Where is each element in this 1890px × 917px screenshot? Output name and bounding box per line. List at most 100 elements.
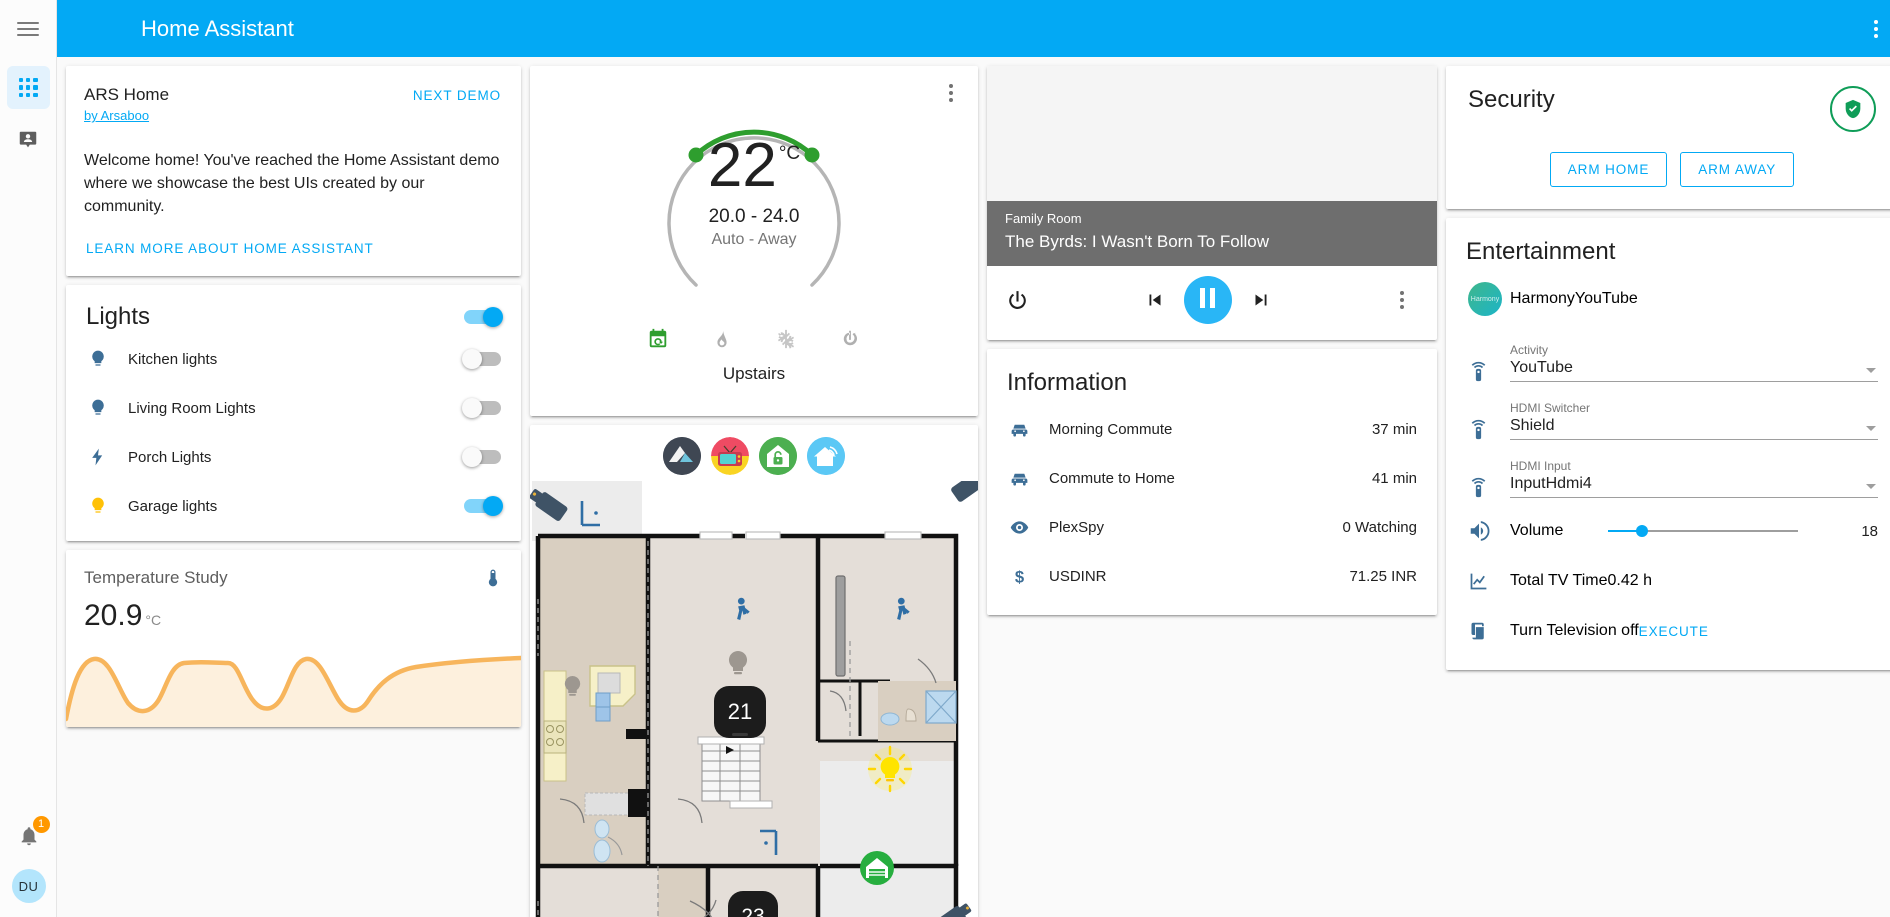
security-card: Security ARM HOME ARM AWAY bbox=[1446, 66, 1890, 209]
snowflake-icon[interactable] bbox=[773, 326, 799, 352]
hdmi-input-label: HDMI Input bbox=[1510, 459, 1571, 473]
light-toggle-porch[interactable] bbox=[462, 447, 501, 468]
main-area: Home Assistant ARS Home by Arsaboo NEXT … bbox=[57, 0, 1890, 917]
overflow-menu-button[interactable] bbox=[1859, 12, 1890, 46]
tv-badge[interactable] bbox=[711, 437, 749, 475]
volume-value: 18 bbox=[1861, 522, 1878, 540]
lights-master-toggle[interactable] bbox=[464, 306, 503, 327]
power-icon[interactable] bbox=[1005, 288, 1030, 313]
light-toggle-garage[interactable] bbox=[464, 496, 503, 517]
remote-icon bbox=[1468, 419, 1510, 440]
calendar-sync-icon[interactable] bbox=[645, 326, 671, 352]
fire-icon[interactable] bbox=[709, 326, 735, 352]
light-row-living-room[interactable]: Living Room Lights bbox=[66, 384, 521, 433]
thermostat-dial[interactable]: 22 °C 20.0 - 24.0 Auto - Away bbox=[530, 66, 978, 320]
info-name: Commute to Home bbox=[1049, 470, 1175, 487]
sidebar: 1 DU bbox=[0, 0, 57, 917]
entertainment-row-hdmi-input[interactable]: HDMI Input InputHdmi4 bbox=[1446, 440, 1890, 498]
sidebar-footer: 1 DU bbox=[0, 816, 57, 903]
welcome-card: ARS Home by Arsaboo NEXT DEMO Welcome ho… bbox=[66, 66, 521, 276]
home-assistant-app: 1 DU Home Assistant ARS Home by Arsaboo bbox=[0, 0, 1890, 917]
floorplan-badges bbox=[530, 425, 978, 481]
light-row-garage[interactable]: Garage lights bbox=[66, 482, 521, 531]
volume-slider[interactable] bbox=[1602, 525, 1818, 537]
hdmi-input-select[interactable]: HDMI Input InputHdmi4 bbox=[1510, 459, 1878, 498]
info-row-morning-commute[interactable]: Morning Commute 37 min bbox=[987, 405, 1437, 454]
entertainment-card: Entertainment Harmony Harmony YouTube Ac… bbox=[1446, 218, 1890, 670]
remote-icon bbox=[1468, 361, 1510, 382]
media-player-card: Family Room The Byrds: I Wasn't Born To … bbox=[987, 66, 1437, 340]
entertainment-row-script[interactable]: Turn Television off EXECUTE bbox=[1446, 606, 1890, 656]
thermostat-dial-svg bbox=[667, 129, 841, 287]
light-toggle-living-room[interactable] bbox=[462, 398, 501, 419]
activity-select[interactable]: Activity YouTube bbox=[1510, 343, 1878, 382]
info-row-plexspy[interactable]: PlexSpy 0 Watching bbox=[987, 503, 1437, 552]
floorplan-image[interactable]: 21 23 bbox=[530, 481, 978, 917]
lightbulb-icon bbox=[88, 349, 128, 369]
column-3: Family Room The Byrds: I Wasn't Born To … bbox=[987, 66, 1437, 615]
light-name: Living Room Lights bbox=[128, 399, 256, 417]
entertainment-row-volume[interactable]: Volume 18 bbox=[1446, 506, 1890, 556]
execute-script-button[interactable]: EXECUTE bbox=[1639, 624, 1709, 639]
media-source: Family Room bbox=[1005, 211, 1082, 226]
entertainment-row-activity[interactable]: Activity YouTube bbox=[1446, 324, 1890, 382]
sidebar-item-map[interactable] bbox=[7, 118, 50, 161]
hdmi-switcher-select[interactable]: HDMI Switcher Shield bbox=[1510, 401, 1878, 440]
media-controls bbox=[987, 266, 1437, 340]
kodi-badge[interactable] bbox=[663, 437, 701, 475]
kodi-icon bbox=[663, 437, 701, 475]
volume-slider-knob[interactable] bbox=[1636, 525, 1649, 537]
lock-badge[interactable] bbox=[759, 437, 797, 475]
security-status-badge[interactable] bbox=[1830, 86, 1876, 132]
chevron-down-icon bbox=[1866, 368, 1876, 373]
lightbulb-icon bbox=[88, 496, 128, 516]
column-2: 22 °C 20.0 - 24.0 Auto - Away Upstairs 2… bbox=[530, 66, 978, 917]
temperature-study-card[interactable]: Temperature Study 20.9 °C bbox=[66, 549, 521, 727]
info-name: USDINR bbox=[1049, 568, 1107, 585]
arm-home-button[interactable]: ARM HOME bbox=[1549, 152, 1668, 187]
sidebar-item-lovelace[interactable] bbox=[6, 66, 50, 109]
info-name: PlexSpy bbox=[1049, 519, 1105, 536]
info-row-commute-to-home[interactable]: Commute to Home 41 min bbox=[987, 454, 1437, 503]
welcome-author-link[interactable]: by Arsaboo bbox=[84, 108, 149, 123]
light-row-kitchen[interactable]: Kitchen lights bbox=[66, 335, 521, 384]
info-value: 0 Watching bbox=[1342, 519, 1417, 536]
light-row-porch[interactable]: Porch Lights bbox=[66, 433, 521, 482]
lights-card-title: Lights bbox=[86, 302, 151, 330]
info-value: 41 min bbox=[1371, 470, 1417, 487]
lights-card: Lights Kitchen lights Living Room Lights… bbox=[66, 284, 521, 541]
car-icon bbox=[1009, 468, 1049, 489]
hdmi-input-value: InputHdmi4 bbox=[1510, 475, 1592, 492]
chevron-down-icon bbox=[1866, 484, 1876, 489]
house-unlocked-icon bbox=[759, 437, 797, 475]
security-card-title: Security bbox=[1468, 86, 1555, 113]
welcome-body: Welcome home! You've reached the Home As… bbox=[84, 152, 500, 216]
next-demo-button[interactable]: NEXT DEMO bbox=[411, 84, 503, 107]
hamburger-menu-icon[interactable] bbox=[0, 0, 57, 57]
home-badge[interactable] bbox=[807, 437, 845, 475]
column-1: ARS Home by Arsaboo NEXT DEMO Welcome ho… bbox=[66, 66, 521, 727]
arm-away-button[interactable]: ARM AWAY bbox=[1680, 152, 1795, 187]
notification-count-badge: 1 bbox=[32, 816, 50, 833]
avatar[interactable]: DU bbox=[11, 869, 46, 903]
skip-previous-icon[interactable] bbox=[1144, 289, 1166, 311]
power-icon[interactable] bbox=[837, 326, 863, 352]
media-more-button[interactable] bbox=[1385, 283, 1419, 317]
skip-next-icon[interactable] bbox=[1250, 289, 1272, 311]
entertainment-row-harmony[interactable]: Harmony Harmony YouTube bbox=[1446, 274, 1890, 324]
temperature-history-graph bbox=[66, 627, 521, 727]
harmony-avatar-label: Harmony bbox=[1468, 282, 1502, 316]
pause-button[interactable] bbox=[1183, 276, 1232, 324]
light-toggle-kitchen[interactable] bbox=[462, 349, 501, 370]
entertainment-row-hdmi-switcher[interactable]: HDMI Switcher Shield bbox=[1446, 382, 1890, 440]
info-value: 37 min bbox=[1371, 421, 1417, 438]
notifications-button[interactable]: 1 bbox=[12, 816, 50, 853]
learn-more-button[interactable]: LEARN MORE ABOUT HOME ASSISTANT bbox=[84, 237, 376, 260]
account-badge-icon bbox=[19, 131, 37, 147]
entertainment-row-tv-time[interactable]: Total TV Time 0.42 h bbox=[1446, 556, 1890, 606]
remote-icon bbox=[1468, 477, 1510, 498]
floorplan-thermostat-23: 23 bbox=[728, 891, 778, 917]
sensor-value: 20.9 bbox=[84, 598, 143, 632]
info-row-usdinr[interactable]: $ USDINR 71.25 INR bbox=[987, 552, 1437, 601]
media-now-playing: The Byrds: I Wasn't Born To Follow bbox=[1005, 232, 1270, 251]
